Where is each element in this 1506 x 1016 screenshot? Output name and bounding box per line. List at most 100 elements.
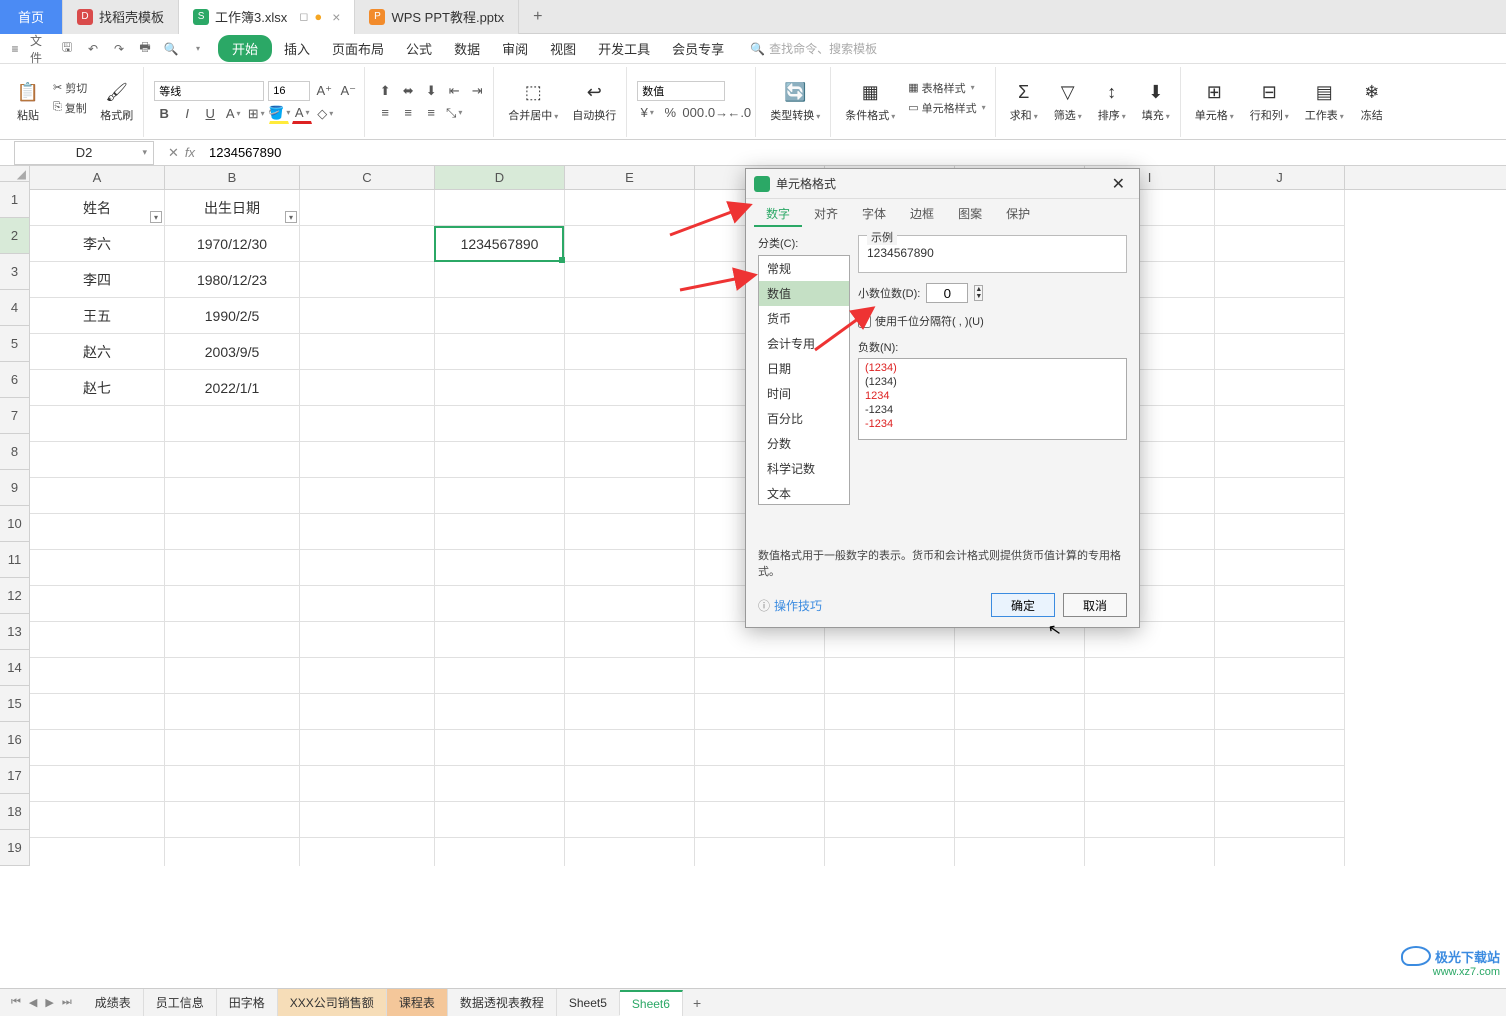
rowcol-button[interactable]: ⊟行和列: [1246, 79, 1293, 125]
cell-H15[interactable]: [955, 694, 1085, 730]
row-header[interactable]: 18: [0, 794, 29, 830]
cell-G17[interactable]: [825, 766, 955, 802]
dlg-tab-border[interactable]: 边框: [898, 199, 946, 227]
cell-F16[interactable]: [695, 730, 825, 766]
cell-D1[interactable]: [435, 190, 565, 226]
row-header[interactable]: 13: [0, 614, 29, 650]
cell-B9[interactable]: [165, 478, 300, 514]
tab-home[interactable]: 首页: [0, 0, 63, 34]
row-header[interactable]: 4: [0, 290, 29, 326]
thousand-sep-checkbox[interactable]: [858, 315, 871, 328]
cell-E12[interactable]: [565, 586, 695, 622]
cell-A9[interactable]: [30, 478, 165, 514]
category-item[interactable]: 时间: [759, 381, 849, 406]
cell-C18[interactable]: [300, 802, 435, 838]
inc-decimal-icon[interactable]: .0→: [706, 103, 726, 123]
copy-button[interactable]: ⎘复制: [50, 99, 90, 117]
strikethrough-icon[interactable]: A: [223, 104, 243, 124]
cell-B15[interactable]: [165, 694, 300, 730]
col-header-E[interactable]: E: [565, 166, 695, 189]
cell-D4[interactable]: [435, 298, 565, 334]
cell-C7[interactable]: [300, 406, 435, 442]
comma-icon[interactable]: 000: [683, 103, 703, 123]
row-header[interactable]: 7: [0, 398, 29, 434]
cell-E13[interactable]: [565, 622, 695, 658]
cell-H19[interactable]: [955, 838, 1085, 866]
cell-I19[interactable]: [1085, 838, 1215, 866]
cell-E18[interactable]: [565, 802, 695, 838]
cell-D10[interactable]: [435, 514, 565, 550]
category-item[interactable]: 日期: [759, 356, 849, 381]
cell-E15[interactable]: [565, 694, 695, 730]
row-header[interactable]: 16: [0, 722, 29, 758]
cell-D15[interactable]: [435, 694, 565, 730]
cell-D8[interactable]: [435, 442, 565, 478]
dlg-tab-protect[interactable]: 保护: [994, 199, 1042, 227]
align-top-icon[interactable]: ⬆: [375, 81, 395, 101]
col-header-J[interactable]: J: [1215, 166, 1345, 189]
cell-J8[interactable]: [1215, 442, 1345, 478]
row-header[interactable]: 8: [0, 434, 29, 470]
menu-vip[interactable]: 会员专享: [662, 35, 734, 62]
cell-A19[interactable]: [30, 838, 165, 866]
ok-button[interactable]: 确定: [991, 593, 1055, 617]
cell-A5[interactable]: 赵六: [30, 334, 165, 370]
cell-F15[interactable]: [695, 694, 825, 730]
cell-J7[interactable]: [1215, 406, 1345, 442]
cell-B4[interactable]: 1990/2/5: [165, 298, 300, 334]
cell-J19[interactable]: [1215, 838, 1345, 866]
filter-dropdown-icon[interactable]: ▾: [150, 211, 162, 223]
cell-G16[interactable]: [825, 730, 955, 766]
cell-A11[interactable]: [30, 550, 165, 586]
cell-J10[interactable]: [1215, 514, 1345, 550]
cell-C5[interactable]: [300, 334, 435, 370]
spin-up-icon[interactable]: ▲: [975, 286, 982, 293]
italic-icon[interactable]: I: [177, 104, 197, 124]
cell-C8[interactable]: [300, 442, 435, 478]
menu-start[interactable]: 开始: [218, 35, 272, 62]
row-header[interactable]: 10: [0, 506, 29, 542]
fx-icon[interactable]: fx: [185, 145, 195, 161]
save-icon[interactable]: ◻: [299, 10, 308, 23]
border-icon[interactable]: ⊞: [246, 104, 266, 124]
align-left-icon[interactable]: ≡: [375, 103, 395, 123]
cell-A14[interactable]: [30, 658, 165, 694]
cell-J18[interactable]: [1215, 802, 1345, 838]
cell-E17[interactable]: [565, 766, 695, 802]
tips-link[interactable]: ⓘ 操作技巧: [758, 597, 822, 614]
cell-I14[interactable]: [1085, 658, 1215, 694]
sheet-tab-active[interactable]: Sheet6: [620, 990, 683, 1016]
cell-A2[interactable]: 李六: [30, 226, 165, 262]
cell-B12[interactable]: [165, 586, 300, 622]
freeze-button[interactable]: ❄冻结: [1356, 79, 1388, 125]
cell-H14[interactable]: [955, 658, 1085, 694]
category-item[interactable]: 常规: [759, 256, 849, 281]
cell-B2[interactable]: 1970/12/30: [165, 226, 300, 262]
sheet-tab[interactable]: Sheet5: [557, 991, 620, 1015]
cell-C14[interactable]: [300, 658, 435, 694]
undo-icon[interactable]: ↶: [82, 38, 104, 60]
cell-A6[interactable]: 赵七: [30, 370, 165, 406]
sheet-tab[interactable]: 田字格: [217, 989, 278, 1016]
cell-C3[interactable]: [300, 262, 435, 298]
cell-J11[interactable]: [1215, 550, 1345, 586]
cond-format-button[interactable]: ▦条件格式: [841, 79, 899, 125]
cell-J17[interactable]: [1215, 766, 1345, 802]
indent-dec-icon[interactable]: ⇤: [444, 81, 464, 101]
cell-I16[interactable]: [1085, 730, 1215, 766]
sheet-tab[interactable]: 课程表: [387, 989, 448, 1016]
category-item[interactable]: 会计专用: [759, 331, 849, 356]
currency-icon[interactable]: ¥: [637, 103, 657, 123]
cell-C9[interactable]: [300, 478, 435, 514]
cell-D12[interactable]: [435, 586, 565, 622]
col-header-B[interactable]: B: [165, 166, 300, 189]
cell-J12[interactable]: [1215, 586, 1345, 622]
col-header-A[interactable]: A: [30, 166, 165, 189]
cell-H18[interactable]: [955, 802, 1085, 838]
cell-E10[interactable]: [565, 514, 695, 550]
cell-I17[interactable]: [1085, 766, 1215, 802]
cell-C17[interactable]: [300, 766, 435, 802]
cell-G19[interactable]: [825, 838, 955, 866]
app-menu-icon[interactable]: ≡: [4, 38, 26, 60]
cell-E4[interactable]: [565, 298, 695, 334]
